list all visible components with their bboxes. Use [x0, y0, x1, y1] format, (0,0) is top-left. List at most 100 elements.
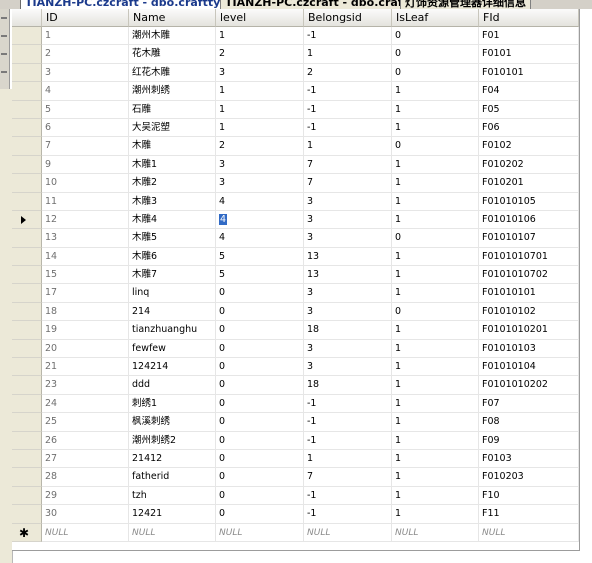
cell-fid[interactable]: F05 — [479, 100, 579, 119]
cell-level[interactable]: 0 — [216, 394, 304, 414]
cell-level[interactable]: 0 — [216, 431, 304, 450]
cell-belongsid[interactable]: 3 — [304, 229, 392, 248]
cell-belongsid[interactable]: -1 — [304, 82, 392, 101]
column-header-name[interactable]: Name — [129, 9, 216, 27]
cell-fid[interactable]: F0101010701 — [479, 247, 579, 267]
cell-level[interactable]: 1 — [216, 82, 304, 101]
cell-fid[interactable]: F07 — [479, 394, 579, 414]
table-row[interactable]: 17 linq 0 3 1 F01010101 — [12, 284, 579, 303]
cell-fid[interactable]: F04 — [479, 82, 579, 101]
cell-id[interactable]: 6 — [42, 118, 129, 138]
cell-fid[interactable]: F06 — [479, 118, 579, 138]
table-row[interactable]: 23 ddd 0 18 1 F0101010202 — [12, 376, 579, 395]
cell-id[interactable]: 2 — [42, 45, 129, 64]
cell-id[interactable]: 4 — [42, 82, 129, 101]
cell-id[interactable]: 23 — [42, 376, 129, 395]
cell-name[interactable]: 大吴泥塑 — [129, 118, 216, 138]
cell-belongsid[interactable]: -1 — [304, 486, 392, 506]
cell-fid[interactable]: F11 — [479, 505, 579, 524]
cell-fid[interactable]: F0103 — [479, 449, 579, 469]
cell-id[interactable]: 11 — [42, 192, 129, 211]
cell-name[interactable]: 潮州刺绣 — [129, 82, 216, 101]
cell-fid[interactable]: F10 — [479, 486, 579, 506]
cell-belongsid[interactable]: 18 — [304, 321, 392, 340]
cell-isleaf[interactable]: 1 — [392, 449, 479, 469]
cell-fid[interactable]: F01010103 — [479, 339, 579, 359]
cell-isleaf[interactable]: 1 — [392, 431, 479, 450]
row-header[interactable] — [12, 266, 42, 285]
row-header[interactable] — [12, 394, 42, 414]
row-header[interactable] — [12, 247, 42, 267]
table-row[interactable]: 13 木雕5 4 3 0 F01010107 — [12, 229, 579, 248]
cell-belongsid[interactable]: 1 — [304, 449, 392, 469]
cell-isleaf[interactable]: 1 — [392, 505, 479, 524]
cell-name[interactable]: 潮州木雕 — [129, 27, 216, 46]
cell-name[interactable]: 刺绣1 — [129, 394, 216, 414]
row-header[interactable] — [12, 27, 42, 46]
cell-level[interactable]: 0 — [216, 505, 304, 524]
cell-belongsid[interactable]: -1 — [304, 505, 392, 524]
cell-level[interactable]: 1 — [216, 100, 304, 119]
cell-name[interactable]: 木雕 — [129, 137, 216, 156]
table-row[interactable]: 3 红花木雕 3 2 0 F010101 — [12, 63, 579, 83]
cell-isleaf[interactable]: 1 — [392, 100, 479, 119]
cell-belongsid[interactable]: 13 — [304, 266, 392, 285]
cell-belongsid[interactable]: -1 — [304, 413, 392, 432]
cell-belongsid[interactable]: -1 — [304, 118, 392, 138]
table-row[interactable]: 15 木雕7 5 13 1 F0101010702 — [12, 266, 579, 285]
table-row[interactable]: 19 tianzhuanghu 0 18 1 F0101010201 — [12, 321, 579, 340]
cell-id[interactable]: 26 — [42, 431, 129, 450]
cell-isleaf[interactable]: 0 — [392, 229, 479, 248]
cell-fid[interactable]: F010203 — [479, 468, 579, 487]
cell-fid[interactable]: F01010107 — [479, 229, 579, 248]
cell-isleaf[interactable]: 0 — [392, 45, 479, 64]
cell-belongsid[interactable]: 3 — [304, 192, 392, 211]
column-header-id[interactable]: ID — [42, 9, 129, 27]
new-row-cell-fid[interactable]: NULL — [479, 523, 579, 542]
row-header[interactable] — [12, 302, 42, 322]
cell-isleaf[interactable]: 1 — [392, 155, 479, 175]
cell-level[interactable]: 3 — [216, 155, 304, 175]
row-header-corner[interactable] — [12, 9, 42, 27]
row-header[interactable] — [12, 63, 42, 83]
cell-id[interactable]: 29 — [42, 486, 129, 506]
cell-id[interactable]: 25 — [42, 413, 129, 432]
cell-isleaf[interactable]: 0 — [392, 302, 479, 322]
cell-name[interactable]: 木雕6 — [129, 247, 216, 267]
cell-name[interactable]: 潮州刺绣2 — [129, 431, 216, 450]
new-row-cell-belongsid[interactable]: NULL — [304, 523, 392, 542]
cell-fid[interactable]: F0101010702 — [479, 266, 579, 285]
row-header[interactable] — [12, 413, 42, 432]
row-header[interactable] — [12, 137, 42, 156]
cell-name[interactable]: 木雕4 — [129, 210, 216, 230]
cell-isleaf[interactable]: 1 — [392, 118, 479, 138]
cell-name[interactable]: 124214 — [129, 358, 216, 377]
cell-fid[interactable]: F01 — [479, 27, 579, 46]
cell-isleaf[interactable]: 1 — [392, 174, 479, 193]
cell-level[interactable]: 0 — [216, 486, 304, 506]
cell-name[interactable]: linq — [129, 284, 216, 303]
cell-id[interactable]: 28 — [42, 468, 129, 487]
cell-isleaf[interactable]: 0 — [392, 63, 479, 83]
cell-name[interactable]: tianzhuanghu — [129, 321, 216, 340]
cell-fid[interactable]: F0101 — [479, 45, 579, 64]
cell-isleaf[interactable]: 1 — [392, 82, 479, 101]
cell-name[interactable]: fatherid — [129, 468, 216, 487]
cell-isleaf[interactable]: 1 — [392, 468, 479, 487]
cell-belongsid[interactable]: 7 — [304, 174, 392, 193]
cell-belongsid[interactable]: 3 — [304, 284, 392, 303]
cell-belongsid[interactable]: 7 — [304, 468, 392, 487]
cell-fid[interactable]: F01010104 — [479, 358, 579, 377]
row-header[interactable] — [12, 100, 42, 119]
cell-belongsid[interactable]: -1 — [304, 100, 392, 119]
table-row[interactable]: 20 fewfew 0 3 1 F01010103 — [12, 339, 579, 359]
cell-level[interactable]: 0 — [216, 376, 304, 395]
table-row[interactable]: 29 tzh 0 -1 1 F10 — [12, 486, 579, 506]
row-header[interactable] — [12, 505, 42, 524]
table-row[interactable]: 4 潮州刺绣 1 -1 1 F04 — [12, 82, 579, 101]
cell-belongsid[interactable]: 2 — [304, 63, 392, 83]
cell-belongsid[interactable]: -1 — [304, 394, 392, 414]
new-row-cell-name[interactable]: NULL — [129, 523, 216, 542]
table-row[interactable]: 7 木雕 2 1 0 F0102 — [12, 137, 579, 156]
table-row[interactable]: 1 潮州木雕 1 -1 0 F01 — [12, 27, 579, 46]
